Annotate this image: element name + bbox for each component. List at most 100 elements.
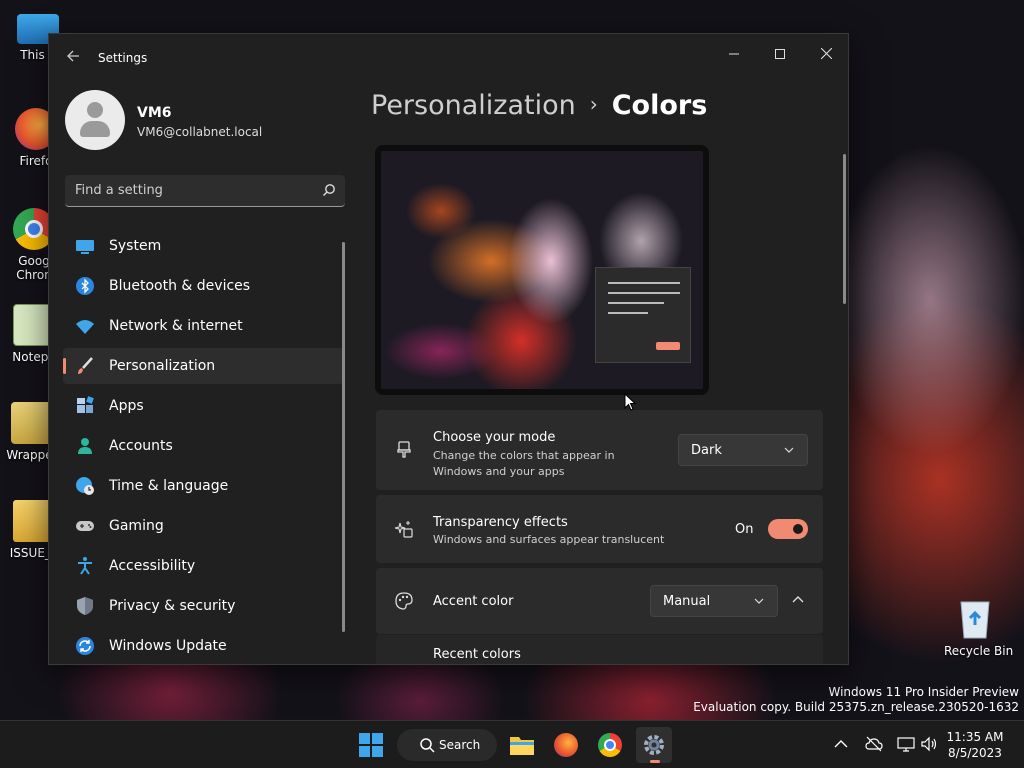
settings-window: Settings VM6 VM6@collabnet.local System … [48,33,849,665]
mouse-cursor-icon [624,393,636,411]
sidebar-item-windows-update[interactable]: Windows Update [63,628,343,664]
mode-dropdown-value: Dark [691,443,722,458]
search-input[interactable] [65,175,315,205]
apps-icon [77,396,94,413]
taskbar-clock[interactable]: 11:35 AM 8/5/2023 [940,729,1010,761]
transparency-setting-card: Transparency effects Windows and surface… [376,495,823,563]
watermark-build: Evaluation copy. Build 25375.zn_release.… [693,700,1019,714]
chevron-up-icon [792,596,804,603]
page-title: Colors [611,90,708,121]
user-email: VM6@collabnet.local [137,125,263,139]
theme-preview [375,145,709,395]
search-icon [420,738,435,753]
minimize-icon [729,53,739,55]
accent-dropdown[interactable]: Manual [650,585,778,617]
sidebar-item-label: Personalization [109,358,216,374]
sidebar-item-time-language[interactable]: Time & language [63,468,343,504]
sidebar-item-label: Windows Update [109,638,227,654]
mode-dropdown[interactable]: Dark [678,434,808,466]
recycle-bin-label: Recycle Bin [944,644,1014,658]
breadcrumb-separator-icon: › [589,92,598,116]
transparency-title: Transparency effects [433,515,568,530]
taskbar-file-explorer[interactable] [504,727,540,763]
chevron-up-icon[interactable] [832,735,850,753]
sidebar-item-gaming[interactable]: Gaming [63,508,343,544]
back-arrow-icon [67,50,79,62]
volume-icon[interactable] [920,735,938,753]
sidebar-item-system[interactable]: System [63,228,343,264]
sidebar-item-label: Network & internet [109,318,243,334]
sidebar-item-bluetooth[interactable]: Bluetooth & devices [63,268,343,304]
taskbar: Search 11:35 AM 8/5/2023 [0,720,1024,768]
desktop-icon-recycle-bin[interactable]: Recycle Bin [944,596,1014,658]
avatar [65,90,125,150]
taskbar-settings[interactable] [636,727,672,763]
preview-window [595,267,691,363]
paint-bucket-icon [397,441,411,458]
taskbar-search[interactable]: Search [397,729,497,761]
sidebar-item-label: Privacy & security [109,598,236,614]
user-profile[interactable]: VM6 VM6@collabnet.local [65,90,355,154]
mode-title: Choose your mode [433,430,556,445]
maximize-button[interactable] [757,40,803,70]
shield-icon [77,597,93,615]
user-name: VM6 [137,105,172,121]
cloud-offline-icon[interactable] [865,735,883,753]
mode-setting-card: Choose your mode Change the colors that … [376,410,823,490]
update-icon [76,637,94,655]
sidebar-item-accounts[interactable]: Accounts [63,428,343,464]
taskbar-chrome[interactable] [592,727,628,763]
taskbar-firefox[interactable] [548,727,584,763]
preview-accent-button [656,342,680,350]
back-button[interactable] [63,48,83,68]
evaluation-watermark: Windows 11 Pro Insider Preview Evaluatio… [693,685,1019,715]
chrome-icon [598,733,622,757]
clock-date: 8/5/2023 [948,746,1002,760]
windows-logo-icon [359,733,383,757]
recycle-bin-icon [960,601,990,639]
content-scrollbar[interactable] [843,154,846,304]
title-bar: Settings [49,34,848,82]
sidebar-item-privacy[interactable]: Privacy & security [63,588,343,624]
transparency-description: Windows and surfaces appear translucent [433,533,665,546]
minimize-button[interactable] [711,40,757,70]
active-app-indicator [650,760,660,763]
sidebar-item-accessibility[interactable]: Accessibility [63,548,343,584]
accent-collapse-button[interactable] [788,590,808,610]
chevron-down-icon [784,447,794,453]
app-title: Settings [98,51,148,65]
wifi-icon [76,320,94,334]
accessibility-icon [78,557,92,575]
palette-icon [395,592,413,610]
sidebar-item-label: Bluetooth & devices [109,278,251,294]
breadcrumb-parent[interactable]: Personalization [371,90,576,121]
watermark-edition: Windows 11 Pro Insider Preview [828,685,1019,699]
sidebar-item-label: Gaming [109,518,164,534]
globe-clock-icon [76,477,94,495]
transparency-toggle[interactable] [768,519,808,539]
recent-colors-title: Recent colors [433,647,521,662]
file-icon [11,402,53,444]
start-button[interactable] [353,727,389,763]
bluetooth-icon [76,277,94,295]
sidebar-item-personalization[interactable]: Personalization [63,348,343,384]
search-icon[interactable] [321,182,337,198]
maximize-icon [775,49,785,59]
close-icon [820,47,832,60]
sidebar-item-label: Accounts [109,438,173,454]
sidebar-item-label: Accessibility [109,558,196,574]
network-icon[interactable] [897,735,915,753]
close-button[interactable] [803,40,848,70]
toggle-knob [793,524,803,534]
breadcrumb: Personalization › Colors [371,90,707,121]
search-box [65,175,345,207]
clock-time: 11:35 AM [946,730,1004,744]
sidebar-item-apps[interactable]: Apps [63,388,343,424]
sidebar-nav: System Bluetooth & devices Network & int… [63,228,343,664]
gear-icon [644,735,664,755]
brush-icon [78,357,93,374]
sidebar-item-network[interactable]: Network & internet [63,308,343,344]
accent-setting-card[interactable]: Accent color Manual [376,568,823,634]
sidebar-scrollbar[interactable] [342,242,345,632]
gamepad-icon [76,521,94,531]
